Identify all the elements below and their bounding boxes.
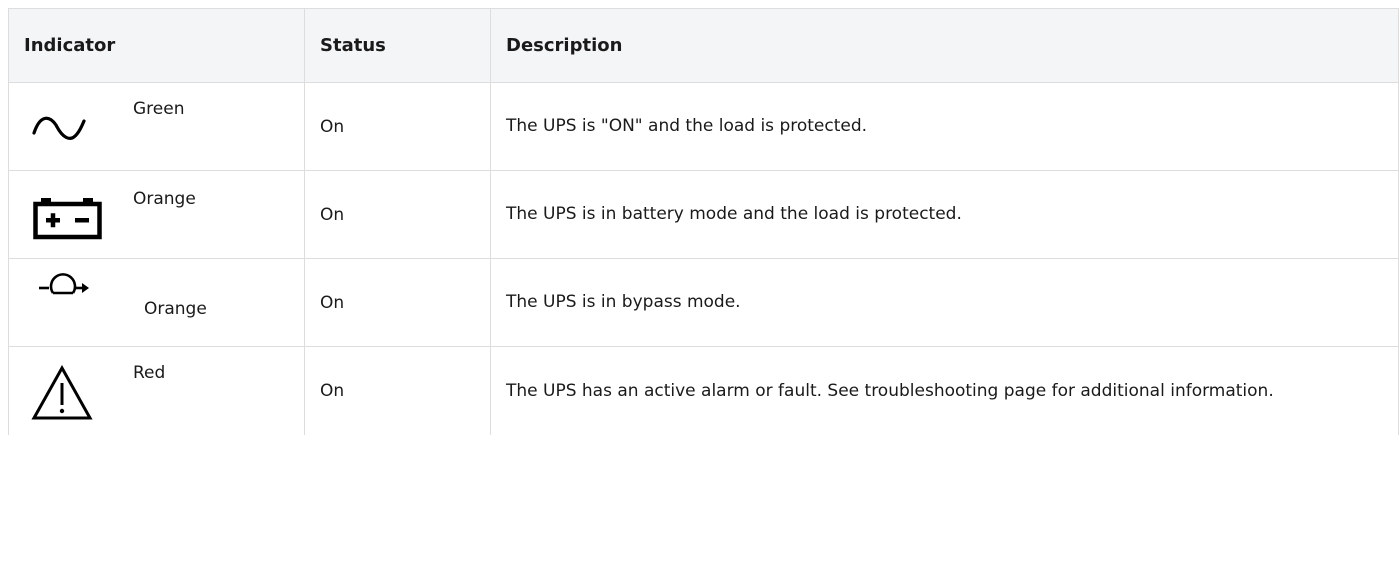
indicator-color-label: Orange — [144, 299, 207, 319]
header-description: Description — [490, 8, 1399, 83]
description-cell: The UPS is "ON" and the load is protecte… — [490, 82, 1399, 171]
indicator-cell: Green — [8, 82, 305, 171]
indicator-color-label: Green — [133, 99, 185, 119]
warning-triangle-icon — [31, 365, 93, 420]
sine-wave-icon — [32, 116, 86, 140]
description-cell: The UPS has an active alarm or fault. Se… — [490, 346, 1399, 435]
table-row: Green On The UPS is "ON" and the load is… — [8, 82, 1399, 171]
status-cell: On — [304, 170, 491, 259]
table-row: Red On The UPS has an active alarm or fa… — [8, 346, 1399, 435]
bypass-icon — [39, 273, 89, 295]
indicator-cell: Orange — [8, 170, 305, 259]
description-cell: The UPS is in bypass mode. — [490, 258, 1399, 347]
table-row: Orange On The UPS is in bypass mode. — [8, 258, 1399, 347]
battery-icon — [33, 198, 102, 240]
description-cell: The UPS is in battery mode and the load … — [490, 170, 1399, 259]
page: Indicator Status Description Green On Th… — [0, 0, 1399, 581]
indicator-color-label: Red — [133, 363, 166, 383]
table-row: Orange On The UPS is in battery mode and… — [8, 170, 1399, 259]
header-indicator: Indicator — [8, 8, 305, 83]
status-cell: On — [304, 346, 491, 435]
header-status: Status — [304, 8, 491, 83]
indicator-color-label: Orange — [133, 189, 196, 209]
table-header-row: Indicator Status Description — [8, 8, 1399, 83]
indicator-cell: Red — [8, 346, 305, 435]
status-cell: On — [304, 82, 491, 171]
indicator-table: Indicator Status Description Green On Th… — [8, 8, 1399, 435]
status-cell: On — [304, 258, 491, 347]
indicator-cell: Orange — [8, 258, 305, 347]
